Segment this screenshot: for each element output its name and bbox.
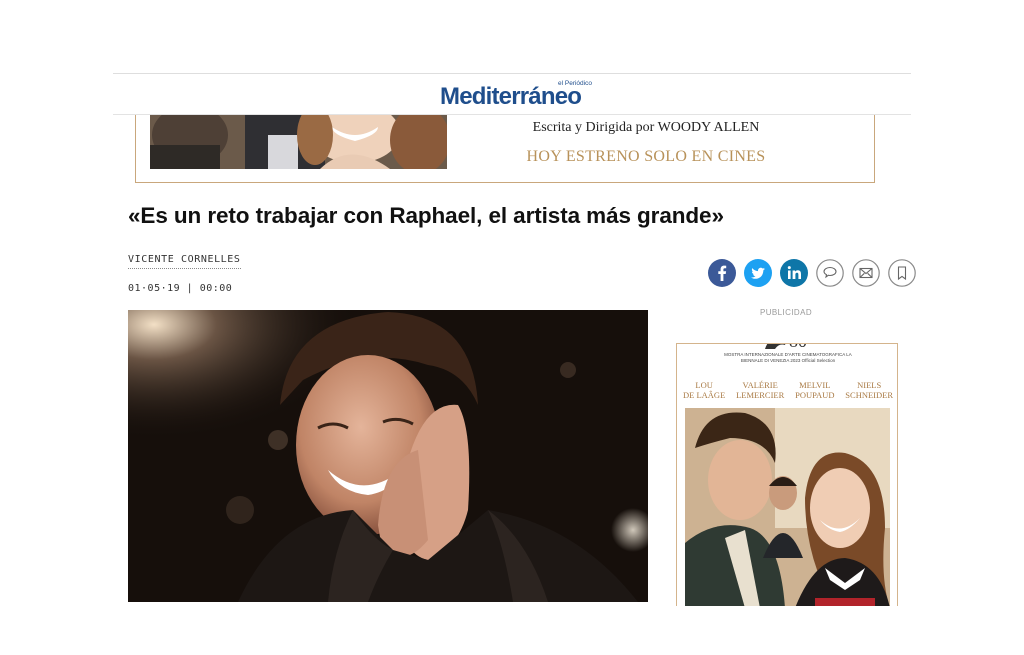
cast-name: NIELS SCHNEIDER	[845, 380, 893, 400]
advertising-label: PUBLICIDAD	[760, 308, 813, 317]
article-author[interactable]: VICENTE CORNELLES	[128, 254, 241, 269]
sidebar-ad-photo-art	[685, 408, 890, 606]
cast-name: LOU DE LAÂGE	[683, 380, 726, 400]
banner-frame: Escrita y Dirigida por WOODY ALLEN HOY E…	[135, 115, 875, 183]
festival-number: 80	[789, 344, 807, 352]
sidebar-ad[interactable]: 80 MOSTRA INTERNAZIONALE D'ARTE CINEMATO…	[676, 343, 898, 606]
article-date: 01·05·19 | 00:00	[128, 283, 233, 294]
header-top-rule	[113, 73, 911, 74]
cast-names: LOU DE LAÂGE VALÉRIE LEMERCIER MELVIL POUPA…	[683, 380, 893, 400]
logo-tagline: el Periódico	[558, 80, 592, 87]
linkedin-icon[interactable]	[780, 259, 808, 287]
main-photo-art	[128, 310, 648, 602]
facebook-icon[interactable]	[708, 259, 736, 287]
banner-credit-text: Escrita y Dirigida por WOODY ALLEN	[532, 120, 760, 135]
cast-name: VALÉRIE LEMERCIER	[736, 380, 785, 400]
email-icon[interactable]	[852, 259, 880, 287]
logo-wordmark: Mediterráneo	[440, 83, 582, 110]
cast-name: MELVIL POUPAUD	[795, 380, 835, 400]
banner-photo-art	[150, 115, 447, 169]
sidebar-ad-photo	[685, 408, 890, 606]
banner-photo	[150, 115, 447, 169]
twitter-icon[interactable]	[744, 259, 772, 287]
bookmark-icon[interactable]	[888, 259, 916, 287]
comment-icon[interactable]	[816, 259, 844, 287]
banner-release-text: HOY ESTRENO SOLO EN CINES	[526, 148, 766, 165]
site-logo[interactable]: Mediterráneo el Periódico	[440, 80, 592, 112]
article-headline: «Es un reto trabajar con Raphael, el art…	[128, 203, 724, 228]
festival-text: MOSTRA INTERNAZIONALE D'ARTE CINEMATOGRA…	[724, 352, 852, 363]
top-banner-ad[interactable]: Escrita y Dirigida por WOODY ALLEN HOY E…	[113, 115, 911, 191]
article-main-photo	[128, 310, 648, 602]
